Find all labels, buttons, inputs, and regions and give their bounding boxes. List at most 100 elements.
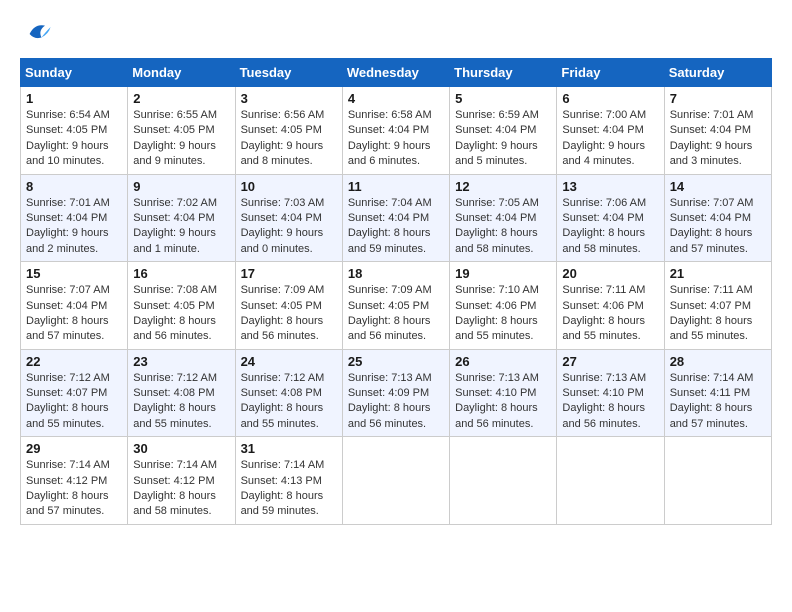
calendar-day-11: 11 Sunrise: 7:04 AMSunset: 4:04 PMDayligh… [342, 174, 449, 262]
day-info: Sunrise: 7:13 AMSunset: 4:09 PMDaylight:… [348, 372, 432, 430]
calendar-day-13: 13 Sunrise: 7:06 AMSunset: 4:04 PMDayligh… [557, 174, 664, 262]
day-number: 23 [133, 354, 229, 369]
calendar-day-26: 26Sunrise: 7:13 AMSunset: 4:10 PMDayligh… [450, 349, 557, 437]
day-number: 9 [133, 179, 229, 194]
calendar-day-16: 16 Sunrise: 7:08 AMSunset: 4:05 PMDayligh… [128, 262, 235, 350]
day-info: Sunrise: 6:59 AMSunset: 4:04 PMDaylight:… [455, 109, 539, 167]
day-info: Sunrise: 7:14 AMSunset: 4:13 PMDaylight:… [241, 459, 325, 517]
empty-day-cell [664, 437, 771, 525]
empty-day-cell [450, 437, 557, 525]
calendar-day-5: 5 Sunrise: 6:59 AMSunset: 4:04 PMDaylight… [450, 87, 557, 175]
day-number: 15 [26, 266, 122, 281]
logo-bird-icon [24, 20, 52, 48]
day-info: Sunrise: 7:02 AMSunset: 4:04 PMDaylight:… [133, 197, 217, 255]
day-number: 1 [26, 91, 122, 106]
calendar-day-24: 24Sunrise: 7:12 AMSunset: 4:08 PMDayligh… [235, 349, 342, 437]
calendar-day-28: 28 Sunrise: 7:14 AMSunset: 4:11 PMDayligh… [664, 349, 771, 437]
day-number: 22 [26, 354, 122, 369]
calendar-day-21: 21 Sunrise: 7:11 AMSunset: 4:07 PMDayligh… [664, 262, 771, 350]
day-info: Sunrise: 7:09 AMSunset: 4:05 PMDaylight:… [348, 284, 432, 342]
day-number: 5 [455, 91, 551, 106]
day-number: 11 [348, 179, 444, 194]
weekday-header-wednesday: Wednesday [342, 59, 449, 87]
day-number: 7 [670, 91, 766, 106]
calendar-day-17: 17 Sunrise: 7:09 AMSunset: 4:05 PMDayligh… [235, 262, 342, 350]
calendar-day-9: 9 Sunrise: 7:02 AMSunset: 4:04 PMDaylight… [128, 174, 235, 262]
weekday-header-thursday: Thursday [450, 59, 557, 87]
day-info: Sunrise: 7:08 AMSunset: 4:05 PMDaylight:… [133, 284, 217, 342]
day-info: Sunrise: 7:13 AMSunset: 4:10 PMDaylight:… [562, 372, 646, 430]
weekday-header-saturday: Saturday [664, 59, 771, 87]
day-number: 24 [241, 354, 337, 369]
day-number: 17 [241, 266, 337, 281]
empty-day-cell [557, 437, 664, 525]
weekday-header-friday: Friday [557, 59, 664, 87]
calendar-day-1: 1Sunrise: 6:54 AMSunset: 4:05 PMDaylight… [21, 87, 128, 175]
calendar-day-25: 25Sunrise: 7:13 AMSunset: 4:09 PMDayligh… [342, 349, 449, 437]
logo [20, 20, 52, 48]
day-info: Sunrise: 7:11 AMSunset: 4:07 PMDaylight:… [670, 284, 753, 342]
calendar-day-30: 30Sunrise: 7:14 AMSunset: 4:12 PMDayligh… [128, 437, 235, 525]
day-number: 12 [455, 179, 551, 194]
calendar-day-3: 3 Sunrise: 6:56 AMSunset: 4:05 PMDaylight… [235, 87, 342, 175]
calendar-day-18: 18 Sunrise: 7:09 AMSunset: 4:05 PMDayligh… [342, 262, 449, 350]
day-number: 27 [562, 354, 658, 369]
day-info: Sunrise: 7:11 AMSunset: 4:06 PMDaylight:… [562, 284, 645, 342]
day-number: 31 [241, 441, 337, 456]
calendar-day-31: 31 Sunrise: 7:14 AMSunset: 4:13 PMDayligh… [235, 437, 342, 525]
day-info: Sunrise: 6:55 AMSunset: 4:05 PMDaylight:… [133, 109, 217, 167]
day-info: Sunrise: 7:05 AMSunset: 4:04 PMDaylight:… [455, 197, 539, 255]
day-info: Sunrise: 7:00 AMSunset: 4:04 PMDaylight:… [562, 109, 646, 167]
day-info: Sunrise: 6:58 AMSunset: 4:04 PMDaylight:… [348, 109, 432, 167]
day-info: Sunrise: 7:12 AMSunset: 4:07 PMDaylight:… [26, 372, 110, 430]
day-info: Sunrise: 7:10 AMSunset: 4:06 PMDaylight:… [455, 284, 539, 342]
day-number: 10 [241, 179, 337, 194]
calendar-day-23: 23Sunrise: 7:12 AMSunset: 4:08 PMDayligh… [128, 349, 235, 437]
calendar-week-row: 1Sunrise: 6:54 AMSunset: 4:05 PMDaylight… [21, 87, 772, 175]
day-number: 3 [241, 91, 337, 106]
page-header [20, 20, 772, 48]
day-number: 18 [348, 266, 444, 281]
day-info: Sunrise: 7:13 AMSunset: 4:10 PMDaylight:… [455, 372, 539, 430]
calendar-header-row: SundayMondayTuesdayWednesdayThursdayFrid… [21, 59, 772, 87]
day-number: 20 [562, 266, 658, 281]
day-info: Sunrise: 7:14 AMSunset: 4:12 PMDaylight:… [26, 459, 110, 517]
weekday-header-tuesday: Tuesday [235, 59, 342, 87]
calendar-day-10: 10 Sunrise: 7:03 AMSunset: 4:04 PMDayligh… [235, 174, 342, 262]
day-number: 8 [26, 179, 122, 194]
calendar-day-20: 20 Sunrise: 7:11 AMSunset: 4:06 PMDayligh… [557, 262, 664, 350]
day-info: Sunrise: 7:09 AMSunset: 4:05 PMDaylight:… [241, 284, 325, 342]
day-info: Sunrise: 7:07 AMSunset: 4:04 PMDaylight:… [26, 284, 110, 342]
day-info: Sunrise: 7:06 AMSunset: 4:04 PMDaylight:… [562, 197, 646, 255]
day-number: 29 [26, 441, 122, 456]
day-info: Sunrise: 7:03 AMSunset: 4:04 PMDaylight:… [241, 197, 325, 255]
day-info: Sunrise: 7:01 AMSunset: 4:04 PMDaylight:… [26, 197, 110, 255]
day-info: Sunrise: 7:14 AMSunset: 4:12 PMDaylight:… [133, 459, 217, 517]
calendar-day-7: 7 Sunrise: 7:01 AMSunset: 4:04 PMDaylight… [664, 87, 771, 175]
weekday-header-monday: Monday [128, 59, 235, 87]
day-number: 21 [670, 266, 766, 281]
calendar-day-22: 22 Sunrise: 7:12 AMSunset: 4:07 PMDayligh… [21, 349, 128, 437]
calendar-day-29: 29 Sunrise: 7:14 AMSunset: 4:12 PMDayligh… [21, 437, 128, 525]
day-info: Sunrise: 7:14 AMSunset: 4:11 PMDaylight:… [670, 372, 754, 430]
day-number: 14 [670, 179, 766, 194]
day-number: 16 [133, 266, 229, 281]
calendar-week-row: 22 Sunrise: 7:12 AMSunset: 4:07 PMDayligh… [21, 349, 772, 437]
calendar-day-8: 8 Sunrise: 7:01 AMSunset: 4:04 PMDaylight… [21, 174, 128, 262]
day-info: Sunrise: 7:01 AMSunset: 4:04 PMDaylight:… [670, 109, 754, 167]
day-info: Sunrise: 7:04 AMSunset: 4:04 PMDaylight:… [348, 197, 432, 255]
day-number: 19 [455, 266, 551, 281]
calendar-day-2: 2Sunrise: 6:55 AMSunset: 4:05 PMDaylight… [128, 87, 235, 175]
day-number: 13 [562, 179, 658, 194]
calendar-day-19: 19 Sunrise: 7:10 AMSunset: 4:06 PMDayligh… [450, 262, 557, 350]
day-info: Sunrise: 6:56 AMSunset: 4:05 PMDaylight:… [241, 109, 325, 167]
empty-day-cell [342, 437, 449, 525]
calendar-day-6: 6 Sunrise: 7:00 AMSunset: 4:04 PMDaylight… [557, 87, 664, 175]
calendar-week-row: 29 Sunrise: 7:14 AMSunset: 4:12 PMDayligh… [21, 437, 772, 525]
day-number: 6 [562, 91, 658, 106]
calendar-day-27: 27 Sunrise: 7:13 AMSunset: 4:10 PMDayligh… [557, 349, 664, 437]
day-number: 4 [348, 91, 444, 106]
weekday-header-sunday: Sunday [21, 59, 128, 87]
calendar-week-row: 8 Sunrise: 7:01 AMSunset: 4:04 PMDaylight… [21, 174, 772, 262]
day-number: 28 [670, 354, 766, 369]
